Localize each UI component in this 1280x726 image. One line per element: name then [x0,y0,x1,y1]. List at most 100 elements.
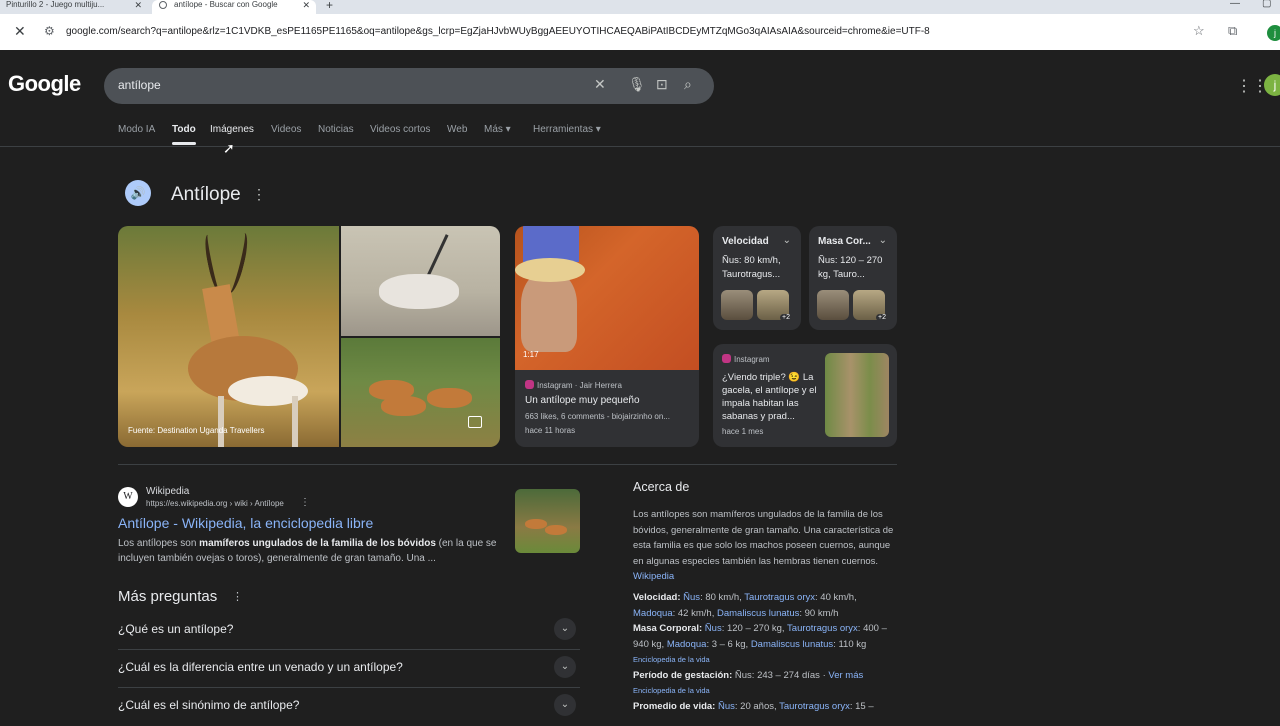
fact-link[interactable]: Ñus [705,623,722,634]
fact-source-link[interactable]: Enciclopedia de la vida [633,686,710,695]
tab-imagenes[interactable]: Imágenes [210,124,254,135]
new-tab-plus-icon[interactable]: + [326,0,333,12]
tab-noticias[interactable]: Noticias [318,124,354,135]
result-site-name[interactable]: Wikipedia [146,486,189,497]
speaker-icon[interactable]: 🔊 [125,180,151,206]
fact-link[interactable]: Taurotragus oryx [787,623,858,634]
video-card[interactable]: 1:17 Instagram · Jair Herrera Un antílop… [515,226,699,447]
tab-videos[interactable]: Videos [271,124,301,135]
fact-link[interactable]: Damaliscus lunatus [717,608,799,619]
maximize-icon[interactable]: ▢ [1262,0,1271,9]
nav-divider [0,146,1280,147]
more-options-icon[interactable]: ⋮ [252,186,266,203]
fact-vida: Promedio de vida: Ñus: 20 años, Taurotra… [633,701,874,712]
about-wikipedia-link[interactable]: Wikipedia [633,571,674,582]
chevron-down-icon[interactable]: ⌄ [554,618,576,640]
wildebeest-thumbnail[interactable] [721,290,753,320]
tab-videos-cortos[interactable]: Videos cortos [370,124,430,135]
clear-icon[interactable]: ✕ [594,76,606,93]
url-field[interactable]: google.com/search?q=antilope&rlz=1C1VDKB… [66,26,1176,37]
question-row[interactable]: ¿Cuál es el sinónimo de antílope? ⌄ [118,688,580,726]
about-text: Los antílopes son mamíferos ungulados de… [633,509,894,567]
fact-link[interactable]: Ñus [683,592,700,603]
chevron-down-icon[interactable]: ⌄ [783,235,791,246]
lens-camera-icon[interactable]: ⊡ [656,76,668,93]
wildebeest-thumbnail[interactable] [817,290,849,320]
close-tab-icon[interactable]: ✕ [302,0,310,10]
browser-profile-avatar[interactable]: j [1267,25,1280,41]
instagram-source-text: Instagram [734,355,770,364]
result-thumbnail[interactable] [515,489,580,553]
video-thumbnail[interactable]: 1:17 [515,226,699,370]
fact-gestacion: Período de gestación: Ñus: 243 – 274 día… [633,670,864,681]
fact-card-velocidad[interactable]: Velocidad ⌄ Ñus: 80 km/h, Taurotragus...… [713,226,801,330]
tab-web[interactable]: Web [447,124,467,135]
instagram-thumbnail[interactable] [825,353,889,437]
fact-source-link[interactable]: Enciclopedia de la vida [633,655,710,664]
video-duration: 1:17 [523,350,539,359]
tab-herramientas[interactable]: Herramientas ▾ [533,124,601,135]
fact-label: Período de gestación: [633,670,733,681]
question-row[interactable]: ¿Cuál es la diferencia entre un venado y… [118,650,580,688]
bookmark-star-icon[interactable]: ☆ [1193,23,1205,39]
fact-link[interactable]: Damaliscus lunatus [751,639,833,650]
fact-card-masa[interactable]: Masa Cor... ⌄ Ñus: 120 – 270 kg, Tauro..… [809,226,897,330]
more-options-icon[interactable]: ⋮ [232,590,243,603]
search-icon[interactable]: ⌕ [684,76,692,93]
fact-label: Masa Corporal: [633,623,703,634]
result-url[interactable]: https://es.wikipedia.org › wiki › Antílo… [146,499,284,508]
site-info-icon[interactable]: ⚙ [44,24,55,38]
tab-mas[interactable]: Más ▾ [484,124,511,135]
fact-velocidad: Velocidad: Ñus: 80 km/h, Taurotragus ory… [633,592,857,619]
result-snippet: Los antílopes son mamíferos ungulados de… [118,536,503,566]
image-gallery-icon[interactable] [468,416,482,428]
instagram-card[interactable]: Instagram ¿Viendo triple? 😉 La gacela, e… [713,344,897,447]
minimize-icon[interactable]: — [1230,0,1240,9]
chevron-down-icon[interactable]: ⌄ [554,656,576,678]
google-favicon-icon [159,1,167,9]
antelope-main-image[interactable]: Fuente: Destination Uganda Travellers [118,226,339,447]
snippet-bold: mamíferos ungulados de la familia de los… [199,538,436,549]
fact-link[interactable]: Madoqua [667,639,707,650]
ver-mas-link[interactable]: Ver más [828,670,863,681]
result-title-link[interactable]: Antílope - Wikipedia, la enciclopedia li… [118,515,373,531]
fact-link[interactable]: Ñus [718,701,735,712]
more-count-badge: +2 [780,314,792,321]
mouse-cursor-icon: ➚ [223,140,235,156]
fact-link[interactable]: Taurotragus oryx [779,701,850,712]
section-divider [118,464,897,465]
fact-link[interactable]: Taurotragus oryx [744,592,815,603]
impala-image[interactable] [341,338,500,447]
account-avatar[interactable]: j [1264,74,1280,96]
search-box[interactable]: antílope ✕ 🎙 ⊡ ⌕ [104,68,714,104]
question-row[interactable]: ¿Qué es un antílope? ⌄ [118,612,580,650]
question-text: ¿Cuál es la diferencia entre un venado y… [118,660,403,674]
fact-label: Masa Cor... [818,236,871,247]
close-tab-icon[interactable]: ✕ [134,0,142,10]
extensions-icon[interactable]: ⧉ [1228,23,1237,39]
microphone-icon[interactable]: 🎙 [628,76,646,93]
tab-modo-ia[interactable]: Modo IA [118,124,155,135]
chevron-down-icon[interactable]: ⌄ [554,694,576,716]
tab-todo[interactable]: Todo [172,124,196,145]
more-count-badge: +2 [876,314,888,321]
tab-google-search[interactable]: antílope - Buscar con Google ✕ [152,0,316,14]
oryx-image[interactable] [341,226,500,336]
image-source-caption: Fuente: Destination Uganda Travellers [128,426,265,435]
search-input[interactable]: antílope [118,78,161,92]
google-logo[interactable]: Google [8,71,81,97]
hat-shape [515,258,585,282]
tab-title: antílope - Buscar con Google [174,0,278,9]
tab-pinturillo[interactable]: Pinturillo 2 - Juego multiju... ✕ [0,0,148,14]
address-bar: ✕ ⚙ google.com/search?q=antilope&rlz=1C1… [0,14,1280,50]
stop-loading-icon[interactable]: ✕ [14,23,26,40]
tab-title: Pinturillo 2 - Juego multiju... [6,0,105,9]
instagram-icon [525,380,534,389]
chevron-down-icon[interactable]: ⌄ [879,235,887,246]
fact-link[interactable]: Madoqua [633,608,673,619]
result-options-icon[interactable]: ⋮ [300,497,310,508]
about-title: Acerca de [633,480,690,494]
shirt-shape [523,226,579,262]
video-title[interactable]: Un antílope muy pequeño [525,395,640,406]
fact-value: Ñus: 80 km/h, Taurotragus... [722,255,781,280]
